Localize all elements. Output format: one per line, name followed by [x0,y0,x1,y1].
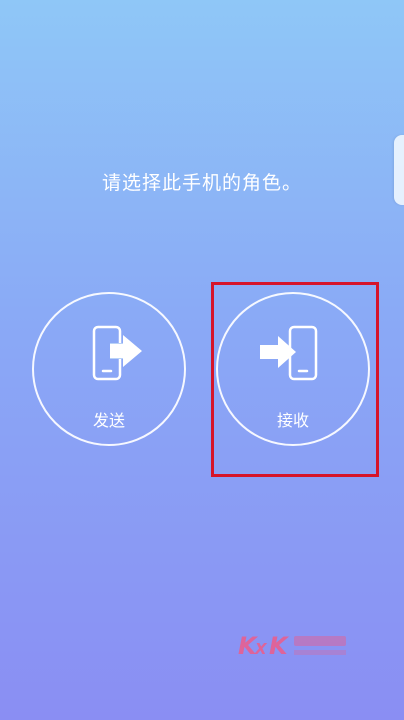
role-prompt: 请选择此手机的角色。 [101,172,302,194]
phone-send-icon [92,325,142,381]
highlight-box [211,282,379,477]
watermark-logo: KXK [238,630,354,662]
send-role-label: 发送 [92,411,125,430]
send-role-button[interactable]: 发送 [32,292,186,446]
